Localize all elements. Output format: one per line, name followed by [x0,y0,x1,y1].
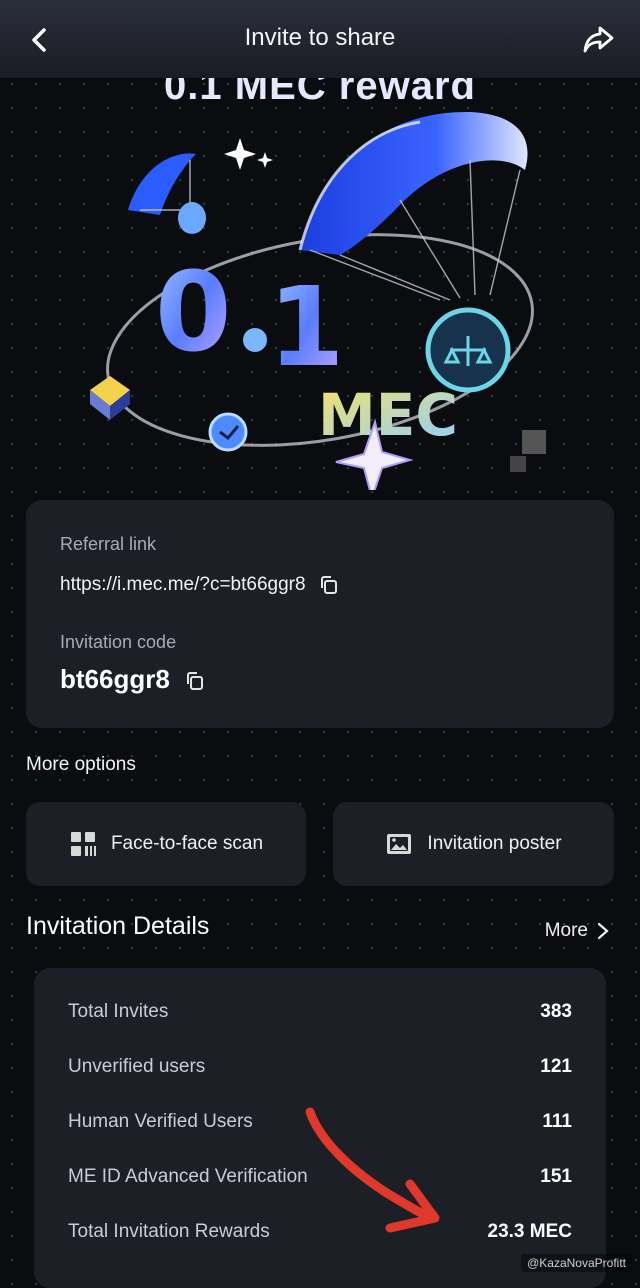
chevron-right-icon [597,922,609,940]
reward-illustration: 0 1 MEC [90,111,546,490]
detail-value: 23.3 MEC [487,1221,572,1242]
svg-text:MEC: MEC [318,381,458,449]
page-title: Invite to share [244,24,396,51]
copy-icon[interactable] [319,575,339,595]
invitation-code-value[interactable]: bt66ggr8 [60,664,170,694]
referral-link-row: https://i.mec.me/?c=bt66ggr8 [60,574,339,596]
qr-scan-icon [70,832,96,856]
detail-value: 121 [540,1056,572,1077]
detail-label: ME ID Advanced Verification [68,1166,308,1187]
more-options-title: More options [26,754,136,775]
detail-row-total-invites: Total Invites 383 [68,997,572,1027]
svg-text:1: 1 [268,263,345,391]
watermark: @KazaNovaProfitt [521,1254,632,1272]
invitation-details-title: Invitation Details [26,912,210,940]
hero-illustration: 0.1 MEC reward 0 1 MEC [0,50,640,490]
detail-value: 383 [540,1001,572,1022]
detail-value: 151 [540,1166,572,1187]
referral-link-value[interactable]: https://i.mec.me/?c=bt66ggr8 [60,574,306,595]
svg-text:0: 0 [155,248,232,376]
details-more-link[interactable]: More [545,920,610,942]
invitation-poster-button[interactable]: Invitation poster [333,802,614,886]
face-to-face-scan-label: Face-to-face scan [110,833,264,854]
referral-card: Referral link https://i.mec.me/?c=bt66gg… [26,500,614,728]
annotation-arrow-icon [305,1107,440,1233]
image-poster-icon [387,834,412,854]
detail-value: 111 [542,1111,572,1132]
copy-icon[interactable] [185,671,205,691]
detail-label: Total Invites [68,1001,169,1022]
detail-label: Human Verified Users [68,1111,253,1132]
share-icon[interactable] [580,20,618,58]
details-more-label: More [544,920,588,941]
invitation-code-label: Invitation code [60,632,177,652]
referral-link-label: Referral link [60,534,157,554]
invitation-poster-label: Invitation poster [427,833,562,854]
detail-label: Unverified users [68,1056,206,1077]
invitation-code-row: bt66ggr8 [60,664,205,695]
detail-label: Total Invitation Rewards [68,1221,270,1242]
face-to-face-scan-button[interactable]: Face-to-face scan [26,802,306,886]
detail-row-unverified: Unverified users 121 [68,1052,572,1082]
top-bar: Invite to share [0,0,640,78]
